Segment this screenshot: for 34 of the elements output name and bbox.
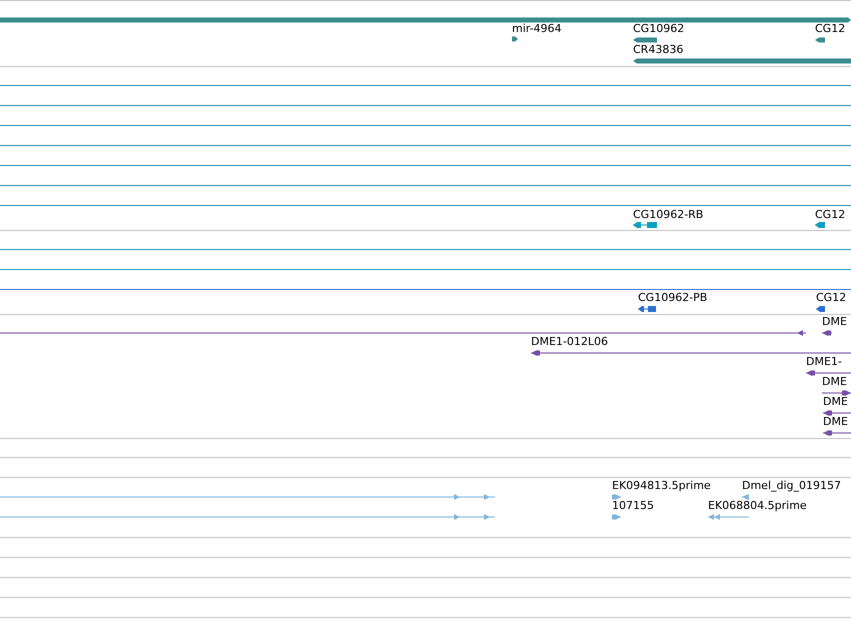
feature-label: DME bbox=[822, 375, 847, 388]
feature-glyph[interactable] bbox=[816, 306, 825, 312]
feature-glyph[interactable] bbox=[633, 222, 657, 228]
feature-glyph[interactable] bbox=[823, 410, 851, 416]
feature-glyph[interactable] bbox=[531, 350, 851, 356]
feature-glyph[interactable] bbox=[806, 370, 851, 376]
feature-glyph[interactable] bbox=[822, 390, 851, 396]
feature-label: DME bbox=[823, 415, 848, 428]
feature-label: CG10962-PB bbox=[638, 291, 708, 304]
feature-label: DME bbox=[823, 395, 848, 408]
feature-label: EK068804.5prime bbox=[708, 499, 807, 512]
feature-label: Dmel_dig_019157 bbox=[742, 479, 842, 492]
feature-glyph[interactable] bbox=[0, 16, 851, 22]
feature-glyph[interactable] bbox=[0, 330, 806, 336]
feature-label: CG10962 bbox=[633, 22, 684, 35]
feature-label: CR43836 bbox=[633, 43, 684, 56]
feature-label: DME1- bbox=[806, 355, 842, 368]
feature-glyph[interactable] bbox=[638, 306, 656, 312]
feature-label: EK094813.5prime bbox=[612, 479, 711, 492]
feature-label: DME1-012L06 bbox=[531, 335, 608, 348]
feature-glyph[interactable] bbox=[633, 37, 657, 43]
feature-label: CG10962-RB bbox=[633, 208, 704, 221]
feature-label: mir-4964 bbox=[512, 22, 562, 35]
feature-label: CG12 bbox=[816, 291, 846, 304]
feature-label: CG12 bbox=[815, 208, 846, 221]
feature-glyph[interactable] bbox=[815, 222, 825, 228]
feature-glyph[interactable] bbox=[512, 36, 518, 42]
feature-label: DME bbox=[822, 315, 847, 328]
feature-glyph[interactable] bbox=[815, 37, 825, 43]
feature-glyph[interactable] bbox=[822, 330, 832, 336]
feature-label: 107155 bbox=[612, 499, 654, 512]
feature-glyph[interactable] bbox=[633, 58, 851, 64]
feature-glyph[interactable] bbox=[823, 430, 851, 436]
feature-label: CG12 bbox=[815, 22, 846, 35]
